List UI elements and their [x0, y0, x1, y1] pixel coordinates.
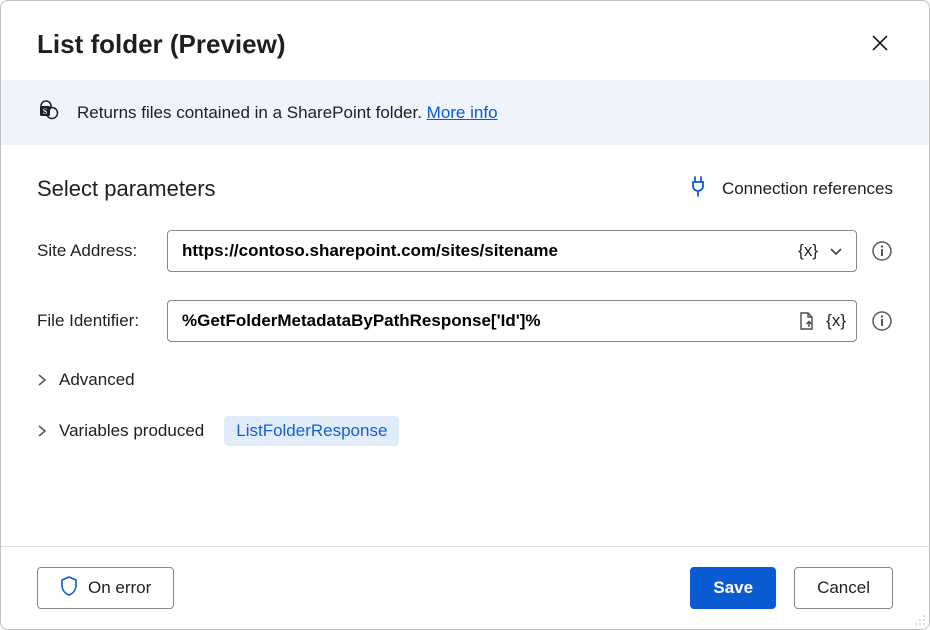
chevron-down-icon[interactable]: [822, 239, 850, 263]
plug-icon: [688, 175, 708, 202]
banner-text: Returns files contained in a SharePoint …: [77, 103, 498, 123]
variable-chip[interactable]: ListFolderResponse: [224, 416, 399, 446]
file-identifier-input[interactable]: [182, 311, 790, 331]
variable-token-button[interactable]: {x}: [822, 311, 850, 331]
on-error-label: On error: [88, 578, 151, 598]
dialog-title: List folder (Preview): [37, 29, 286, 60]
sharepoint-icon: S: [37, 98, 61, 127]
banner-description: Returns files contained in a SharePoint …: [77, 103, 427, 122]
chevron-right-icon: [37, 373, 49, 387]
shield-icon: [60, 576, 78, 601]
more-info-link[interactable]: More info: [427, 103, 498, 122]
file-identifier-label: File Identifier:: [37, 311, 167, 331]
variable-token-button[interactable]: {x}: [794, 241, 822, 261]
resize-grip-icon[interactable]: [912, 612, 926, 626]
close-button[interactable]: [867, 30, 893, 59]
section-title: Select parameters: [37, 176, 216, 202]
on-error-button[interactable]: On error: [37, 567, 174, 609]
variables-produced-toggle[interactable]: Variables produced ListFolderResponse: [37, 416, 893, 446]
file-identifier-help-icon[interactable]: [871, 310, 893, 332]
save-button[interactable]: Save: [690, 567, 776, 609]
file-picker-icon[interactable]: [790, 307, 822, 335]
variables-produced-label: Variables produced: [59, 421, 204, 441]
site-address-combobox[interactable]: {x}: [167, 230, 857, 272]
connection-references-button[interactable]: Connection references: [688, 175, 893, 202]
site-address-help-icon[interactable]: [871, 240, 893, 262]
close-icon: [871, 40, 889, 55]
cancel-button[interactable]: Cancel: [794, 567, 893, 609]
file-identifier-field[interactable]: {x}: [167, 300, 857, 342]
advanced-toggle[interactable]: Advanced: [37, 370, 893, 390]
chevron-right-icon: [37, 424, 49, 438]
info-banner: S Returns files contained in a SharePoin…: [1, 80, 929, 145]
connection-references-label: Connection references: [722, 179, 893, 199]
advanced-label: Advanced: [59, 370, 135, 390]
site-address-label: Site Address:: [37, 241, 167, 261]
svg-text:S: S: [43, 107, 48, 116]
site-address-input[interactable]: [182, 241, 794, 261]
